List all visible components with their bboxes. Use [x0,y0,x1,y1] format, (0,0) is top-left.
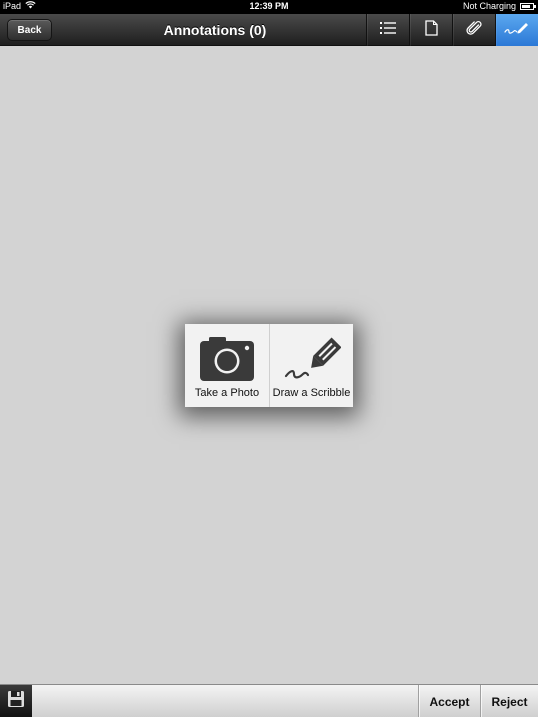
nav-tools [366,14,538,46]
list-icon [380,21,396,39]
document-button[interactable] [409,14,452,46]
take-photo-label: Take a Photo [194,387,260,399]
bottom-actions: Accept Reject [418,685,538,717]
status-bar: iPad 12:39 PM Not Charging [0,0,538,14]
accept-button[interactable]: Accept [418,685,480,717]
page-title: Annotations (0) [163,22,267,38]
draw-scribble-label: Draw a Scribble [272,387,351,399]
list-button[interactable] [366,14,409,46]
reject-button[interactable]: Reject [480,685,538,717]
pen-scribble-icon [270,336,353,382]
save-button[interactable] [0,685,32,717]
document-icon [424,19,438,41]
take-photo-button[interactable]: Take a Photo [185,324,269,407]
floppy-disk-icon [7,690,25,713]
navigation-bar: Back Annotations (0) [0,14,538,46]
scribble-button[interactable] [495,14,538,46]
battery-icon [520,2,536,10]
back-button[interactable]: Back [7,19,52,41]
paperclip-icon [466,20,482,41]
attachment-button[interactable] [452,14,495,46]
bottom-toolbar: Accept Reject [0,684,538,717]
draw-scribble-button[interactable]: Draw a Scribble [269,324,353,407]
status-right: Not Charging [462,1,536,11]
scribble-pen-icon [504,20,530,41]
charging-status: Not Charging [462,1,516,11]
annotation-type-popover: Take a Photo Draw a Scribble [185,324,353,407]
camera-icon [185,336,269,382]
status-time: 12:39 PM [249,1,289,11]
